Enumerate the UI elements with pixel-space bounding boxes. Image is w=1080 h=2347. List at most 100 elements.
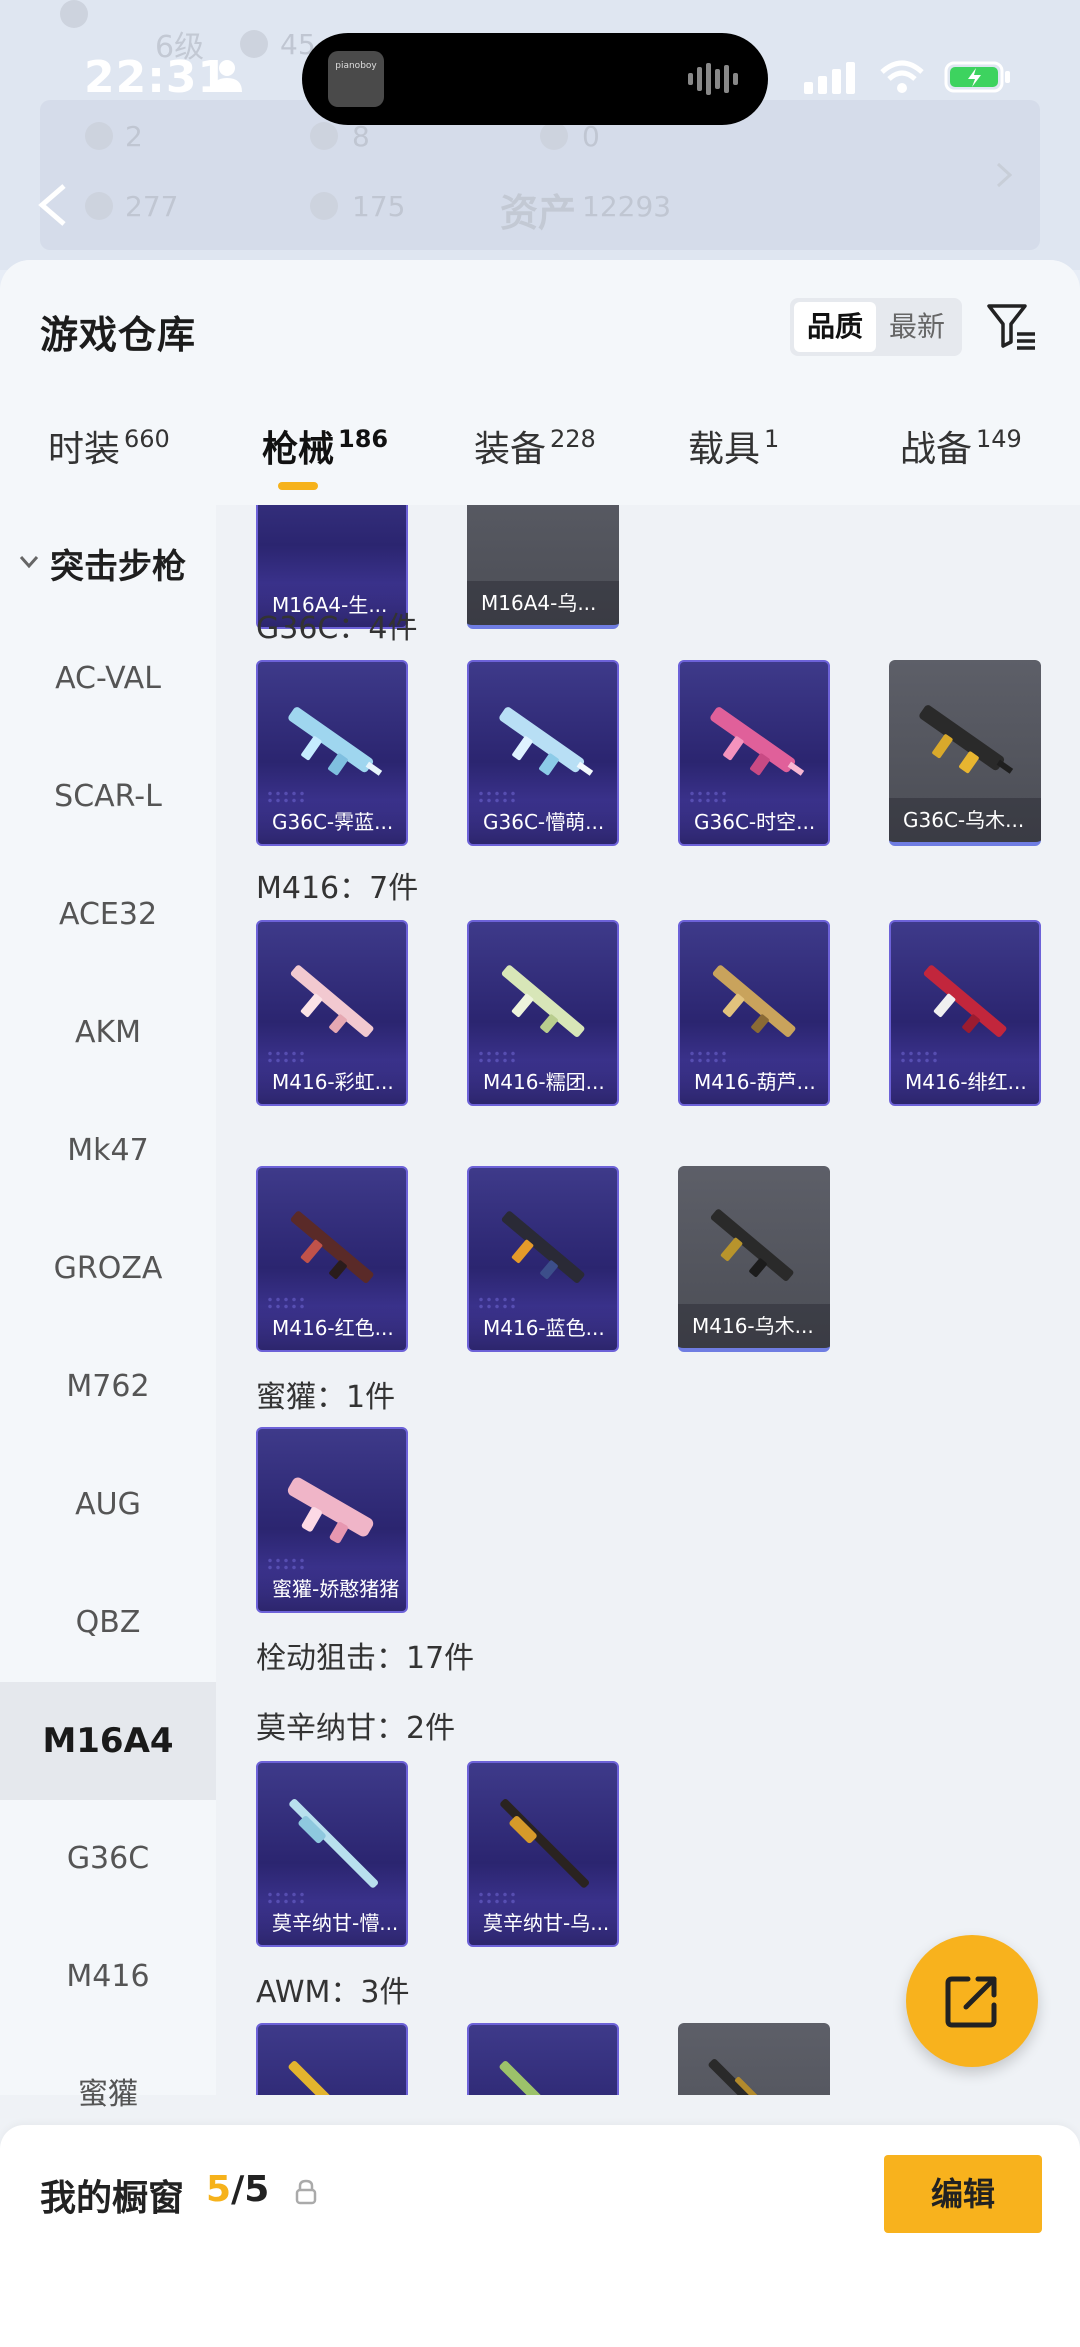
skin-card[interactable] <box>467 2023 619 2095</box>
section-label-m416: M416：7件 <box>256 871 419 906</box>
rifle-icon <box>290 965 374 1037</box>
skin-card-name: M416-糯团... <box>469 1060 617 1104</box>
sidebar-group-label: 突击步枪 <box>50 547 186 587</box>
person-icon <box>212 60 242 92</box>
skin-card[interactable]: M416-糯团... <box>467 920 619 1106</box>
sidebar-item-ac-val[interactable]: AC-VAL <box>0 620 216 738</box>
tab-vehicles[interactable]: 载具 1 <box>688 420 779 500</box>
skin-card[interactable]: M416-红色... <box>256 1166 408 1352</box>
rifle-icon <box>288 707 383 776</box>
rifle-icon <box>923 965 1007 1037</box>
skin-card[interactable]: M416-蓝色... <box>467 1166 619 1352</box>
sidebar-item-mk47[interactable]: Mk47 <box>0 1092 216 1210</box>
skin-card[interactable]: 莫辛纳甘-懵... <box>256 1761 408 1947</box>
edit-button[interactable]: 编辑 <box>884 2155 1042 2233</box>
sidebar-item-groza[interactable]: GROZA <box>0 1210 216 1328</box>
tab-count: 1 <box>764 425 780 453</box>
stat-icon-3 <box>540 122 568 150</box>
album-art: pianoboy <box>328 51 384 107</box>
skin-card-name: M416-红色... <box>258 1306 406 1350</box>
tab-fashion[interactable]: 时装 660 <box>48 420 170 500</box>
skin-card[interactable]: G36C-乌木... <box>889 660 1041 846</box>
skin-card[interactable]: M416-葫芦... <box>678 920 830 1106</box>
assets-value: 12293 <box>582 190 672 223</box>
rifle-icon <box>919 705 1014 774</box>
sidebar-item-qbz[interactable]: QBZ <box>0 1564 216 1682</box>
skin-card-name: M16A4-乌... <box>467 581 619 625</box>
skin-card[interactable]: 蜜獾-娇憨猪猪 <box>256 1427 408 1613</box>
back-arrow-icon[interactable] <box>34 180 74 230</box>
sort-by-quality[interactable]: 品质 <box>794 302 876 352</box>
rifle-icon <box>290 1211 374 1283</box>
skin-card[interactable]: M416-乌木... <box>678 1166 830 1352</box>
stat-value: 2 <box>125 120 143 153</box>
tab-count: 660 <box>124 425 170 453</box>
sidebar-group-assault-rifles[interactable]: 突击步枪 <box>0 505 216 620</box>
showcase-bar: 我的橱窗 5/5 编辑 <box>0 2125 1080 2347</box>
tab-supplies[interactable]: 战备 149 <box>900 420 1022 500</box>
coin-icon <box>240 30 268 58</box>
stat-value: 277 <box>125 190 179 223</box>
sidebar-item-scar-l[interactable]: SCAR-L <box>0 738 216 856</box>
album-text: pianoboy <box>335 61 377 71</box>
sidebar-item-m16a4[interactable]: M16A4 <box>0 1682 216 1800</box>
rifle-icon <box>501 965 585 1037</box>
section-label-bolt-action: 栓动狙击：17件 <box>256 1641 475 1676</box>
share-button[interactable] <box>906 1935 1038 2067</box>
skin-card[interactable]: 莫辛纳甘-乌... <box>467 1761 619 1947</box>
rifle-icon <box>287 1477 374 1544</box>
rifle-icon <box>499 707 594 776</box>
stat-value: 175 <box>352 190 406 223</box>
sniper-rifle-icon <box>500 1798 590 1888</box>
showcase-count-total: /5 <box>231 2169 270 2210</box>
skin-card-name: 蜜獾-娇憨猪猪 <box>258 1567 406 1611</box>
skin-card-name: G36C-时空... <box>680 800 828 844</box>
filter-icon[interactable] <box>985 300 1037 352</box>
sort-by-newest[interactable]: 最新 <box>876 302 958 352</box>
skin-card[interactable]: M16A4-乌... <box>467 505 619 629</box>
skin-card-name: M416-乌木... <box>678 1304 830 1348</box>
sort-toggle[interactable]: 品质 最新 <box>790 298 962 356</box>
tab-count: 149 <box>976 425 1022 453</box>
skin-card-name: M416-彩虹... <box>258 1060 406 1104</box>
tab-count: 228 <box>550 425 596 453</box>
rank-icon <box>60 0 88 28</box>
showcase-count-current: 5 <box>206 2169 232 2210</box>
tab-label: 枪械 <box>262 429 335 470</box>
skin-card[interactable]: M416-绯红... <box>889 920 1041 1106</box>
skin-card[interactable]: G36C-懵萌... <box>467 660 619 846</box>
tab-label: 战备 <box>900 429 973 470</box>
sheet-title: 游戏仓库 <box>40 313 197 357</box>
skin-card-name: M416-绯红... <box>891 1060 1039 1104</box>
sidebar-item-g36c[interactable]: G36C <box>0 1800 216 1918</box>
sidebar-item-m762[interactable]: M762 <box>0 1328 216 1446</box>
tab-firearms[interactable]: 枪械 186 <box>262 420 388 500</box>
sidebar-item-m416[interactable]: M416 <box>0 1918 216 2036</box>
skin-card[interactable] <box>256 2023 408 2095</box>
sidebar-item-ace32[interactable]: ACE32 <box>0 856 216 974</box>
category-tabs: 时装 660 枪械 186 装备 228 载具 1 战备 149 <box>0 420 1080 500</box>
sniper-rifle-icon <box>708 2058 799 2095</box>
skin-card[interactable] <box>678 2023 830 2095</box>
tab-label: 时装 <box>48 429 121 470</box>
rifle-icon <box>710 1209 794 1281</box>
skin-card[interactable]: G36C-时空... <box>678 660 830 846</box>
rifle-icon <box>712 965 796 1037</box>
dynamic-island[interactable]: pianoboy <box>302 33 768 125</box>
rifle-icon <box>710 707 805 776</box>
rifle-icon <box>501 1211 585 1283</box>
share-icon <box>945 1976 997 2028</box>
showcase-label: 我的橱窗 <box>40 2178 185 2219</box>
skin-card-name: M416-葫芦... <box>680 1060 828 1104</box>
sidebar-item-aug[interactable]: AUG <box>0 1446 216 1564</box>
sheet-header: 游戏仓库 品质 最新 时装 660 枪械 186 装备 228 载具 1 战备 149 <box>0 260 1080 505</box>
chevron-down-icon <box>19 556 39 569</box>
status-time: 22:31 <box>84 52 230 103</box>
tab-equipment[interactable]: 装备 228 <box>474 420 596 500</box>
tab-count: 186 <box>338 425 389 453</box>
sniper-rifle-icon <box>288 2060 379 2095</box>
battery-charging-icon <box>944 61 1010 93</box>
skin-card[interactable]: G36C-霁蓝... <box>256 660 408 846</box>
sidebar-item-akm[interactable]: AKM <box>0 974 216 1092</box>
skin-card[interactable]: M416-彩虹... <box>256 920 408 1106</box>
